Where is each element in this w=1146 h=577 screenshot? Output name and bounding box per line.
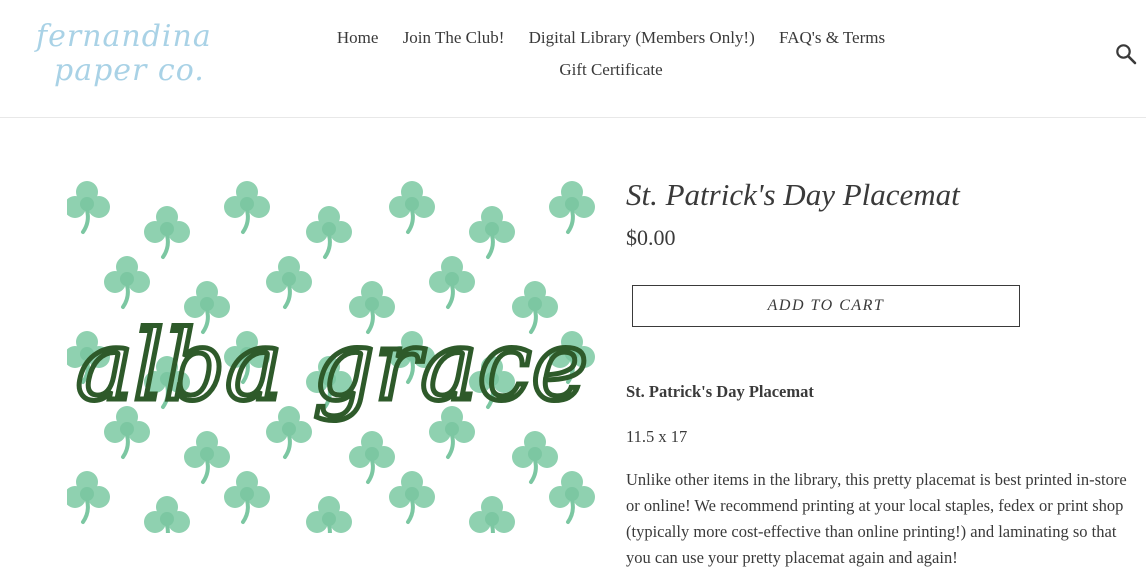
nav-gift-certificate[interactable]: Gift Certificate	[559, 54, 662, 86]
product-info: St. Patrick's Day Placemat $0.00 ADD TO …	[626, 170, 1146, 567]
add-to-cart-button[interactable]: ADD TO CART	[632, 285, 1020, 327]
product-title: St. Patrick's Day Placemat	[626, 177, 960, 212]
description-body: Unlike other items in the library, this …	[626, 467, 1146, 571]
nav-home[interactable]: Home	[337, 22, 379, 54]
product-description: St. Patrick's Day Placemat 11.5 x 17 Unl…	[626, 377, 1146, 571]
nav-digital-library[interactable]: Digital Library (Members Only!)	[529, 22, 755, 54]
description-line: you can use your pretty placemat again a…	[626, 548, 958, 567]
placemat-name-text: alba grace	[76, 310, 588, 422]
product-price: $0.00	[626, 225, 676, 250]
description-heading: St. Patrick's Day Placemat	[626, 382, 814, 401]
logo-line-1: fernandina	[34, 19, 210, 54]
logo-line-2: paper co.	[54, 53, 205, 88]
nav-join-club[interactable]: Join The Club!	[403, 22, 505, 54]
product-image[interactable]: alba grace	[67, 174, 597, 533]
description-line: or online! We recommend printing at your…	[626, 496, 1124, 515]
site-header: fernandina paper co. Home Join The Club!…	[0, 0, 1146, 118]
main-nav: Home Join The Club! Digital Library (Mem…	[320, 22, 902, 86]
search-icon[interactable]	[1115, 43, 1137, 65]
description-line: Unlike other items in the library, this …	[626, 470, 1127, 489]
description-size: 11.5 x 17	[626, 427, 688, 446]
nav-faq-terms[interactable]: FAQ's & Terms	[779, 22, 885, 54]
description-line: (typically more cost-effective than onli…	[626, 522, 1117, 541]
brand-logo[interactable]: fernandina paper co.	[34, 14, 210, 92]
